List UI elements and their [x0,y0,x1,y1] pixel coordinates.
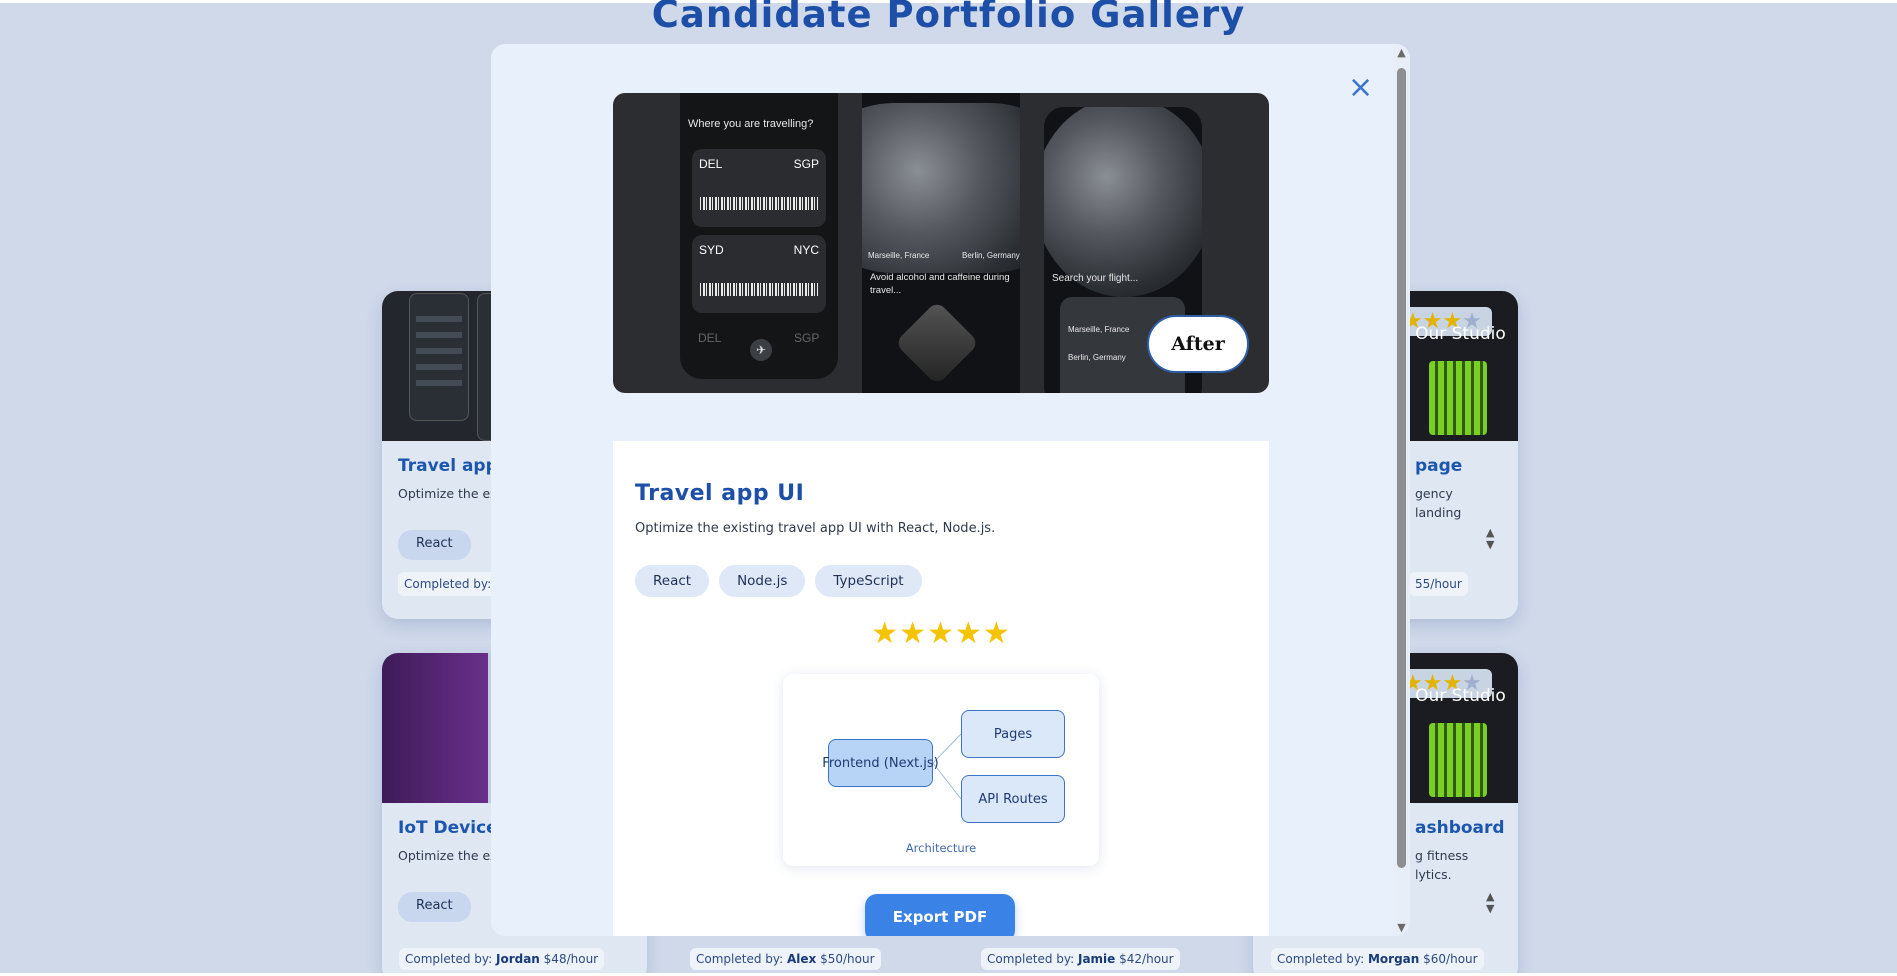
architecture-diagram: Frontend (Next.js) Pages API Routes Arch… [783,674,1099,866]
card-footer: 55/hour [1409,572,1468,596]
hero-image: Where you are travelling? DEL SGP SYD NY… [613,93,1269,393]
quantity-stepper[interactable]: ▲ ▼ [1486,891,1500,915]
card-tag[interactable]: React [398,530,471,560]
card-footer: Completed by: Jamie $42/hour [981,948,1180,970]
modal-scrollbar[interactable]: ▲ ▼ [1393,44,1410,936]
card-tag[interactable]: React [398,892,471,922]
card-footer: Completed by: Jordan $48/hour [399,948,605,970]
node-api-routes: API Routes [961,775,1065,823]
tag-list: React Node.js TypeScript [635,565,922,597]
project-details: Travel app UI Optimize the existing trav… [613,441,1269,936]
phone-screen: Marseille, France Berlin, Germany Avoid … [862,93,1020,393]
before-after-toggle[interactable]: After [1147,315,1249,373]
card-footer: Completed by: Morgan $60/hour [1271,948,1484,970]
export-pdf-button[interactable]: Export PDF [865,894,1015,936]
footer-strip: Completed by: Jordan $48/hour Completed … [382,948,1522,973]
quantity-stepper[interactable]: ▲ ▼ [1486,527,1500,551]
node-pages: Pages [961,710,1065,758]
tag-react[interactable]: React [635,565,710,597]
architecture-caption: Architecture [905,841,977,855]
tag-nodejs[interactable]: Node.js [719,565,806,597]
project-description: Optimize the existing travel app UI with… [635,521,996,536]
page-title: Candidate Portfolio Gallery [651,0,1246,36]
scroll-down-arrow-icon[interactable]: ▼ [1395,921,1408,934]
thumbnail-text: t Our Studio [1403,324,1506,344]
close-button[interactable]: × [1348,73,1373,103]
node-frontend: Frontend (Next.js) [822,739,939,787]
tag-typescript[interactable]: TypeScript [815,565,922,597]
thumbnail-text: t Our Studio [1403,686,1506,706]
project-title: Travel app UI [635,481,805,506]
rating-stars: ★★★★★ [871,616,1011,651]
card-footer: Completed by: Alex $50/hour [690,948,881,970]
portfolio-modal: × Where you are travelling? DEL SGP SYD … [491,44,1410,936]
scroll-up-arrow-icon[interactable]: ▲ [1395,46,1408,59]
scrollbar-thumb[interactable] [1397,68,1406,868]
phone-screen: Where you are travelling? DEL SGP SYD NY… [680,93,838,379]
